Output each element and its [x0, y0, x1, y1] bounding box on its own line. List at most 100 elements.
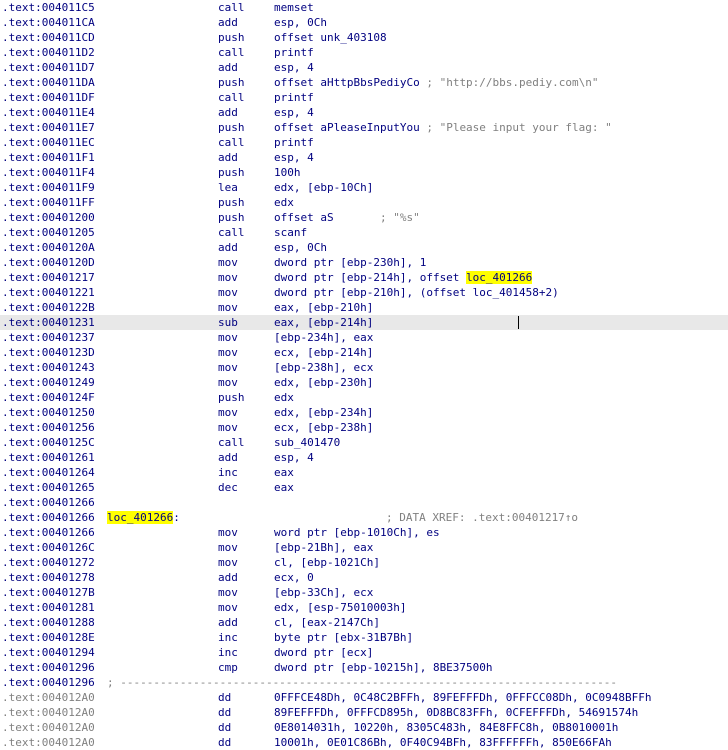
- listing-row[interactable]: .text:004011EC call printf: [0, 135, 728, 150]
- address[interactable]: .text:004011D2: [2, 45, 95, 60]
- mnemonic[interactable]: cmp: [218, 660, 238, 675]
- highlighted-operand[interactable]: loc_401266: [466, 271, 533, 284]
- operand-text[interactable]: dword ptr [ebp-210h], (offset loc_401458…: [274, 286, 559, 299]
- listing-row[interactable]: .text:004011DF call printf: [0, 90, 728, 105]
- operand[interactable]: 10001h, 0E01C86Bh, 0F40C94BFh, 83FFFFFFh…: [274, 735, 612, 750]
- address[interactable]: .text:00401200: [2, 210, 95, 225]
- operand[interactable]: dword ptr [ecx]: [274, 645, 373, 660]
- operand-text[interactable]: eax: [274, 481, 294, 494]
- operand-text[interactable]: dword ptr [ecx]: [274, 646, 373, 659]
- operand[interactable]: esp, 0Ch: [274, 15, 327, 30]
- address[interactable]: .text:004011CD: [2, 30, 95, 45]
- listing-row[interactable]: .text:004012A0 dd 89FEFFFDh, 0FFFCD895h, 0…: [0, 705, 728, 720]
- listing-row[interactable]: .text:00401296 ; ------------------------…: [0, 675, 728, 690]
- operand-text[interactable]: esp, 4: [274, 61, 314, 74]
- address[interactable]: .text:00401266: [2, 495, 95, 510]
- mnemonic[interactable]: push: [218, 75, 245, 90]
- address[interactable]: .text:004012A0: [2, 735, 95, 750]
- operand-text[interactable]: offset unk_403108: [274, 31, 387, 44]
- mnemonic[interactable]: mov: [218, 405, 238, 420]
- operand-text[interactable]: dword ptr [ebp-214h], offset: [274, 271, 466, 284]
- address[interactable]: .text:0040128E: [2, 630, 95, 645]
- address[interactable]: .text:00401265: [2, 480, 95, 495]
- operand-text[interactable]: eax, [ebp-214h]: [274, 316, 373, 329]
- listing-row[interactable]: .text:00401266: [0, 495, 728, 510]
- listing-row[interactable]: .text:00401200 push offset aS ; "%s": [0, 210, 728, 225]
- mnemonic[interactable]: call: [218, 90, 245, 105]
- operand-text[interactable]: printf: [274, 46, 314, 59]
- address[interactable]: .text:00401294: [2, 645, 95, 660]
- mnemonic[interactable]: mov: [218, 270, 238, 285]
- mnemonic[interactable]: call: [218, 0, 245, 15]
- listing-row[interactable]: .text:004011F4 push 100h: [0, 165, 728, 180]
- listing-row[interactable]: .text:004011CA add esp, 0Ch: [0, 15, 728, 30]
- address[interactable]: .text:00401250: [2, 405, 95, 420]
- listing-row[interactable]: .text:004011C5 call memset: [0, 0, 728, 15]
- address[interactable]: .text:00401221: [2, 285, 95, 300]
- listing-row[interactable]: .text:00401243 mov [ebp-238h], ecx: [0, 360, 728, 375]
- address[interactable]: .text:004011F9: [2, 180, 95, 195]
- listing-row[interactable]: .text:004011E7 push offset aPleaseInputYou…: [0, 120, 728, 135]
- listing-row[interactable]: .text:00401221 mov dword ptr [ebp-210h], (…: [0, 285, 728, 300]
- address[interactable]: .text:00401256: [2, 420, 95, 435]
- operand-text[interactable]: word ptr [ebp-1010Ch], es: [274, 526, 440, 539]
- operand-text[interactable]: offset aHttpBbsPediyCo: [274, 76, 420, 89]
- operand[interactable]: esp, 4: [274, 450, 314, 465]
- listing-row[interactable]: .text:00401281 mov edx, [esp-75010003h]: [0, 600, 728, 615]
- operand[interactable]: scanf: [274, 225, 307, 240]
- mnemonic[interactable]: mov: [218, 600, 238, 615]
- operand[interactable]: 0FFFCE48Dh, 0C48C2BFFh, 89FEFFFDh, 0FFFC…: [274, 690, 652, 705]
- operand-text[interactable]: sub_401470: [274, 436, 340, 449]
- operand-text[interactable]: esp, 0Ch: [274, 241, 327, 254]
- address[interactable]: .text:0040127B: [2, 585, 95, 600]
- address[interactable]: .text:00401296: [2, 660, 95, 675]
- address[interactable]: .text:00401261: [2, 450, 95, 465]
- listing-row[interactable]: .text:0040122B mov eax, [ebp-210h]: [0, 300, 728, 315]
- address[interactable]: .text:00401237: [2, 330, 95, 345]
- address[interactable]: .text:004012A0: [2, 690, 95, 705]
- mnemonic[interactable]: mov: [218, 525, 238, 540]
- operand-text[interactable]: esp, 4: [274, 151, 314, 164]
- operand-text[interactable]: ecx, 0: [274, 571, 314, 584]
- operand-text[interactable]: cl, [ebp-1021Ch]: [274, 556, 380, 569]
- listing-row[interactable]: .text:00401205 call scanf: [0, 225, 728, 240]
- operand[interactable]: offset unk_403108: [274, 30, 387, 45]
- mnemonic[interactable]: add: [218, 570, 238, 585]
- listing-row[interactable]: .text:004011CD push offset unk_403108: [0, 30, 728, 45]
- address[interactable]: .text:00401296: [2, 675, 95, 690]
- operand-text[interactable]: scanf: [274, 226, 307, 239]
- operand-text[interactable]: esp, 4: [274, 451, 314, 464]
- mnemonic[interactable]: mov: [218, 285, 238, 300]
- listing-row[interactable]: .text:00401266 mov word ptr [ebp-1010Ch], …: [0, 525, 728, 540]
- operand[interactable]: printf: [274, 90, 314, 105]
- operand-text[interactable]: 10001h, 0E01C86Bh, 0F40C94BFh, 83FFFFFFh…: [274, 736, 612, 749]
- operand[interactable]: edx, [ebp-234h]: [274, 405, 373, 420]
- operand-text[interactable]: [ebp-21Bh], eax: [274, 541, 373, 554]
- operand[interactable]: esp, 4: [274, 60, 314, 75]
- operand[interactable]: edx, [ebp-10Ch]: [274, 180, 373, 195]
- operand[interactable]: esp, 4: [274, 105, 314, 120]
- operand[interactable]: offset aHttpBbsPediyCo ; "http://bbs.ped…: [274, 75, 599, 90]
- xref-comment[interactable]: ; DATA XREF: .text:00401217↑o: [386, 510, 578, 525]
- operand-text[interactable]: esp, 4: [274, 106, 314, 119]
- address[interactable]: .text:004011E7: [2, 120, 95, 135]
- listing-row[interactable]: .text:004012A0 dd 0FFFCE48Dh, 0C48C2BFFh, …: [0, 690, 728, 705]
- mnemonic[interactable]: push: [218, 210, 245, 225]
- operand-text[interactable]: edx, [ebp-234h]: [274, 406, 373, 419]
- operand[interactable]: eax, [ebp-214h]: [274, 315, 373, 330]
- operand-text[interactable]: ecx, [ebp-238h]: [274, 421, 373, 434]
- operand-text[interactable]: edx, [esp-75010003h]: [274, 601, 406, 614]
- operand[interactable]: dword ptr [ebp-214h], offset loc_401266: [274, 270, 533, 285]
- operand[interactable]: 0E8014031h, 10220h, 8305C483h, 84E8FFC8h…: [274, 720, 618, 735]
- operand[interactable]: cl, [eax-2147Ch]: [274, 615, 380, 630]
- address[interactable]: .text:00401281: [2, 600, 95, 615]
- operand[interactable]: printf: [274, 135, 314, 150]
- mnemonic[interactable]: add: [218, 15, 238, 30]
- operand[interactable]: edx: [274, 195, 294, 210]
- address[interactable]: .text:00401231: [2, 315, 95, 330]
- address[interactable]: .text:0040125C: [2, 435, 95, 450]
- operand-text[interactable]: cl, [eax-2147Ch]: [274, 616, 380, 629]
- operand-text[interactable]: eax: [274, 466, 294, 479]
- mnemonic[interactable]: dd: [218, 735, 231, 750]
- mnemonic[interactable]: call: [218, 225, 245, 240]
